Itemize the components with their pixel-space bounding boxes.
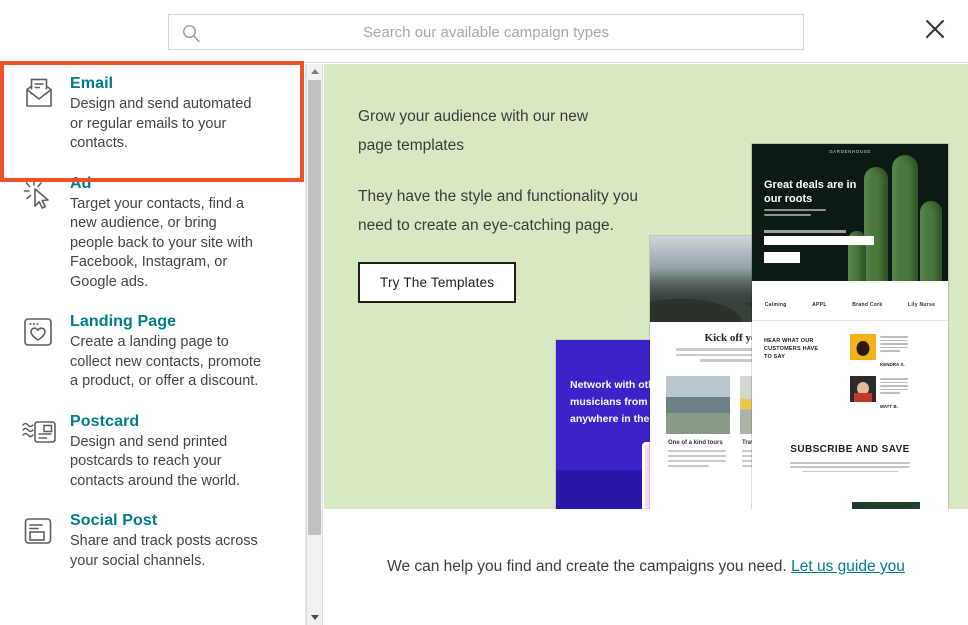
garden-brand-logo: APPL bbox=[812, 302, 827, 308]
sidebar-item-ad[interactable]: Ad Target your contacts, find a new audi… bbox=[0, 163, 305, 302]
garden-logo: GARDENHOUSE bbox=[829, 149, 871, 154]
garden-quote bbox=[880, 378, 908, 396]
sidebar-item-ad-title: Ad bbox=[70, 174, 92, 192]
scrollbar-thumb[interactable] bbox=[308, 80, 321, 535]
guide-footer: We can help you find and create the camp… bbox=[324, 509, 968, 625]
footer-text: We can help you find and create the camp… bbox=[387, 558, 787, 575]
promo-copy: Grow your audience with our new page tem… bbox=[358, 102, 658, 303]
garden-testimonials-heading: HEAR WHAT OUR CUSTOMERS HAVE TO SAY bbox=[764, 338, 819, 360]
scroll-up-icon[interactable] bbox=[307, 64, 322, 79]
sidebar-item-postcard-title: Postcard bbox=[70, 412, 140, 430]
outdoors-image bbox=[666, 376, 730, 434]
sidebar-item-email-text: Email Design and send automated or regul… bbox=[66, 74, 287, 154]
sidebar-item-social-post[interactable]: Social Post Share and track posts across… bbox=[0, 501, 305, 581]
promo-banner: Grow your audience with our new page tem… bbox=[324, 64, 968, 509]
promo-body: They have the style and functionality yo… bbox=[358, 188, 639, 234]
garden-subhead bbox=[764, 209, 826, 219]
sidebar-item-landing-page[interactable]: Landing Page Create a landing page to co… bbox=[0, 302, 305, 402]
try-the-templates-button[interactable]: Try The Templates bbox=[358, 262, 517, 303]
let-us-guide-you-link[interactable]: Let us guide you bbox=[791, 558, 905, 576]
social-post-icon bbox=[22, 511, 66, 552]
garden-brand-logo: Brand Cork bbox=[852, 302, 883, 308]
campaign-type-picker-modal: Email Design and send automated or regul… bbox=[0, 0, 968, 625]
garden-avatar bbox=[850, 334, 876, 360]
garden-subscribe-heading: SUBSCRIBE AND SAVE bbox=[790, 444, 910, 455]
search-icon bbox=[181, 23, 201, 43]
sidebar-item-email[interactable]: Email Design and send automated or regul… bbox=[0, 64, 305, 164]
sidebar-item-email-title: Email bbox=[70, 75, 114, 92]
garden-brand-logos: Calming APPL Brand Cork Lily Nurse bbox=[752, 291, 948, 319]
sidebar-item-landing-page-text: Landing Page Create a landing page to co… bbox=[66, 312, 287, 392]
outdoors-caption-left-body bbox=[668, 450, 726, 470]
scroll-down-icon[interactable] bbox=[307, 610, 322, 625]
garden-quote bbox=[880, 336, 908, 354]
garden-testimonial-name: KENDRA S. bbox=[880, 362, 905, 367]
sidebar-item-social-post-title: Social Post bbox=[70, 512, 158, 529]
search-input[interactable] bbox=[169, 15, 803, 49]
browser-heart-icon bbox=[22, 312, 66, 353]
garden-field-label bbox=[764, 230, 846, 233]
sidebar-item-postcard-description: Design and send printed postcards to rea… bbox=[70, 433, 241, 489]
sidebar-item-email-description: Design and send automated or regular ema… bbox=[70, 96, 252, 151]
sidebar-item-postcard[interactable]: Postcard Design and send printed postcar… bbox=[0, 401, 305, 501]
garden-brand-logo: Lily Nurse bbox=[908, 302, 936, 308]
sidebar-item-social-post-description: Share and track posts across your social… bbox=[70, 533, 258, 569]
cursor-click-icon bbox=[22, 174, 66, 217]
sidebar-item-social-post-text: Social Post Share and track posts across… bbox=[66, 511, 287, 571]
email-envelope-icon bbox=[22, 74, 66, 115]
sidebar-item-landing-page-description: Create a landing page to collect new con… bbox=[70, 334, 262, 389]
garden-subscribe-body bbox=[790, 462, 910, 475]
promo-heading: Grow your audience with our new page tem… bbox=[358, 108, 589, 154]
garden-headline: Great deals are in our roots bbox=[764, 179, 857, 205]
sidebar-item-ad-text: Ad Target your contacts, find a new audi… bbox=[66, 174, 287, 293]
sidebar-item-postcard-text: Postcard Design and send printed postcar… bbox=[66, 412, 287, 492]
garden-hero: GARDENHOUSE Great deals are in our roots bbox=[752, 144, 948, 281]
close-button[interactable] bbox=[920, 16, 950, 46]
modal-header bbox=[0, 0, 968, 63]
garden-subscribe-button[interactable] bbox=[764, 252, 800, 263]
main-panel: Grow your audience with our new page tem… bbox=[324, 64, 968, 625]
search-field-wrapper[interactable] bbox=[168, 14, 804, 50]
garden-brand-logo: Calming bbox=[764, 302, 787, 308]
sidebar-item-ad-description: Target your contacts, find a new audienc… bbox=[70, 195, 253, 290]
garden-email-input[interactable] bbox=[764, 236, 874, 245]
garden-plant-photo bbox=[852, 502, 920, 509]
garden-avatar bbox=[850, 376, 876, 402]
postcard-icon bbox=[22, 412, 66, 453]
garden-testimonial-name: MATT B. bbox=[880, 404, 898, 409]
outdoors-caption-left: One of a kind tours bbox=[668, 440, 723, 446]
template-preview-garden[interactable]: GARDENHOUSE Great deals are in our roots… bbox=[752, 144, 948, 509]
divider bbox=[752, 320, 948, 321]
close-icon bbox=[924, 18, 946, 45]
sidebar-item-landing-page-title: Landing Page bbox=[70, 313, 177, 330]
sidebar-scrollbar[interactable] bbox=[306, 64, 323, 625]
campaign-type-list[interactable]: Email Design and send automated or regul… bbox=[0, 64, 306, 625]
